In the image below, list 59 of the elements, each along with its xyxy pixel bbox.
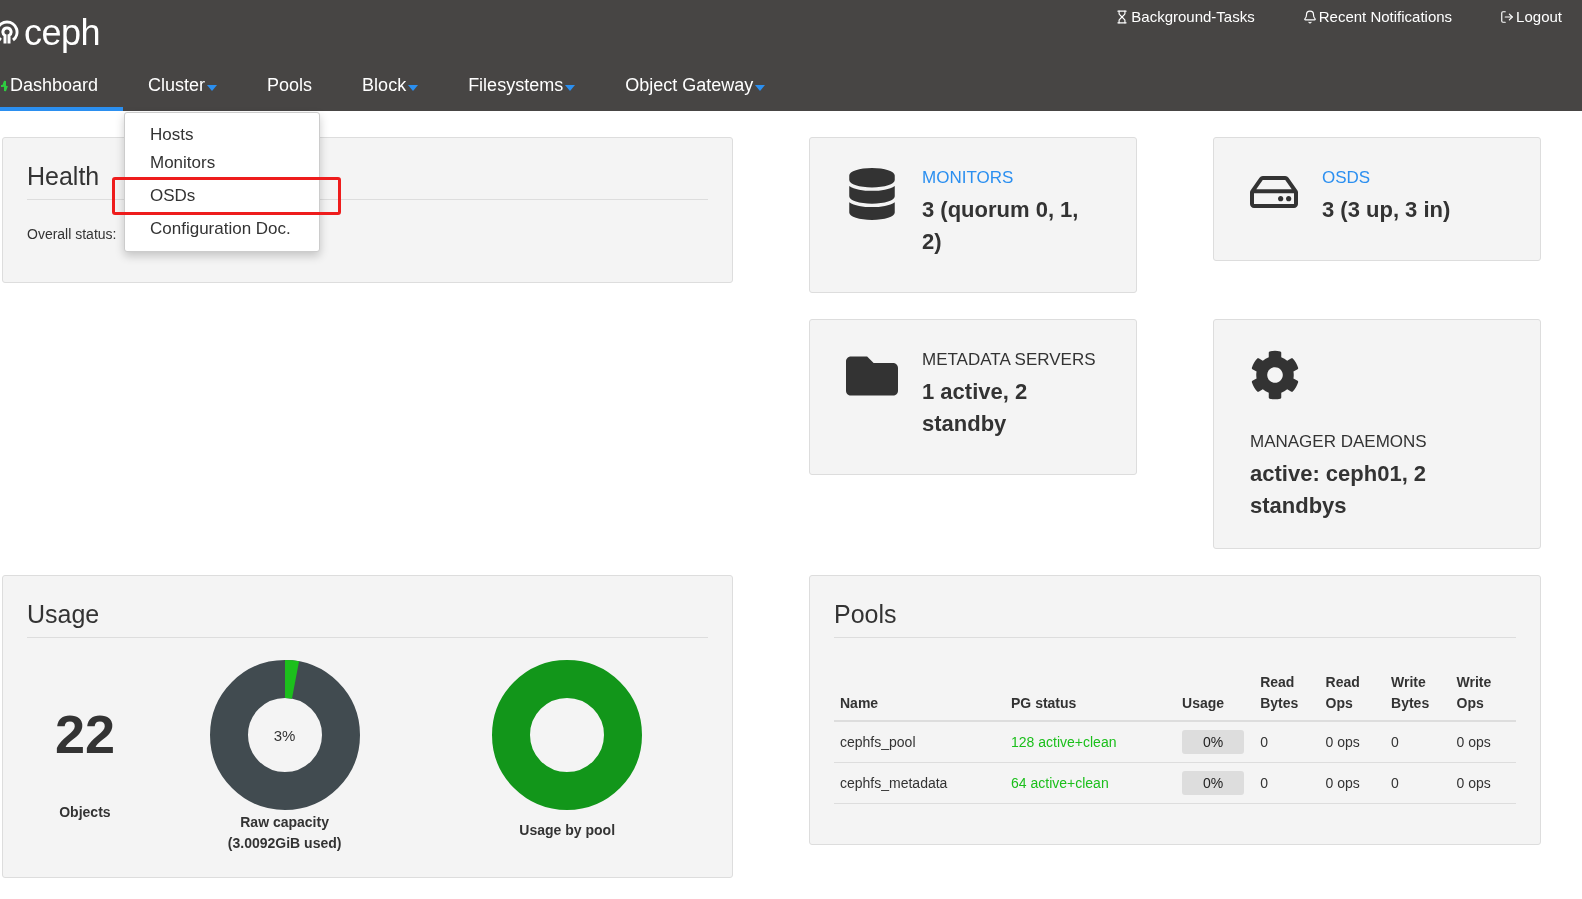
table-cell: 0 bbox=[1385, 762, 1451, 804]
table-cell: 0 bbox=[1254, 762, 1320, 804]
logo-text: ceph bbox=[24, 12, 101, 54]
nav-tab[interactable]: Object Gateway bbox=[600, 60, 791, 111]
heartbeat-icon bbox=[0, 78, 8, 93]
header-link[interactable]: Logout bbox=[1500, 8, 1562, 25]
column-header: Write Ops bbox=[1450, 666, 1516, 721]
column-header: Write Bytes bbox=[1385, 666, 1451, 721]
object-count: 22 bbox=[54, 704, 115, 764]
table-cell: 0 bbox=[1254, 721, 1320, 763]
caret-icon bbox=[755, 84, 766, 91]
chart-label: Raw capacity (3.0092GiB used) bbox=[227, 813, 342, 853]
menu-item[interactable]: OSDs bbox=[112, 177, 341, 215]
table-cell: cephfs_pool bbox=[834, 721, 1005, 763]
column-header: Read Ops bbox=[1319, 666, 1386, 721]
usage-bar: 0% bbox=[1182, 771, 1245, 795]
table-cell: 64 active+clean bbox=[1005, 762, 1177, 804]
table-cell: 0 ops bbox=[1450, 721, 1516, 763]
card-value: 3 (3 up, 3 in) bbox=[1322, 196, 1451, 224]
caret-icon bbox=[207, 84, 218, 91]
table-cell: 0 ops bbox=[1319, 721, 1386, 763]
hourglass-icon bbox=[1115, 9, 1130, 24]
column-header: Name bbox=[834, 666, 1005, 721]
caret-icon bbox=[565, 84, 576, 91]
card-value: 3 (quorum 0, 1, 2) bbox=[922, 196, 1080, 256]
bell-icon bbox=[1302, 9, 1317, 24]
menu-item[interactable]: Monitors bbox=[125, 149, 319, 177]
nav-tab[interactable]: Pools bbox=[242, 60, 338, 111]
chart-label: Objects bbox=[59, 803, 111, 822]
chart-label: Usage by pool bbox=[519, 821, 616, 840]
nav-tab[interactable]: Filesystems bbox=[443, 60, 601, 111]
nav-tab[interactable]: Cluster bbox=[123, 60, 243, 111]
usage-bar: 0% bbox=[1182, 730, 1245, 754]
nav-tab[interactable]: Block bbox=[337, 60, 444, 111]
card-title: MANAGER DAEMONS bbox=[1250, 432, 1428, 452]
card-value: 1 active, 2 standby bbox=[922, 378, 1029, 438]
column-header: Usage bbox=[1176, 666, 1255, 721]
percent-label: 3% bbox=[273, 726, 296, 744]
table-cell: 0 ops bbox=[1319, 762, 1386, 804]
table-cell: 0 bbox=[1385, 721, 1451, 763]
card-heading: Pools bbox=[834, 600, 1516, 638]
nav-tab[interactable]: Dashboard bbox=[0, 60, 124, 111]
logout-icon bbox=[1500, 9, 1515, 24]
database-icon bbox=[846, 168, 898, 220]
status-label: Overall status: bbox=[27, 226, 117, 242]
header-link[interactable]: Recent Notifications bbox=[1302, 8, 1453, 25]
settings-icon bbox=[1250, 350, 1300, 400]
table-cell: 128 active+clean bbox=[1005, 721, 1177, 763]
card-heading: Usage bbox=[27, 600, 708, 638]
column-header: Read Bytes bbox=[1254, 666, 1320, 721]
caret-icon bbox=[408, 84, 419, 91]
table-cell: cephfs_metadata bbox=[834, 762, 1005, 804]
menu-item[interactable]: Configuration Doc. bbox=[125, 215, 319, 243]
header-link[interactable]: Background-Tasks bbox=[1115, 8, 1255, 25]
column-header: PG status bbox=[1005, 666, 1177, 721]
table-cell: 0 ops bbox=[1450, 762, 1516, 804]
menu-item[interactable]: Hosts bbox=[125, 121, 319, 149]
card-title: METADATA SERVERS bbox=[922, 350, 1097, 370]
card-value: active: ceph01, 2 standbys bbox=[1250, 460, 1428, 520]
